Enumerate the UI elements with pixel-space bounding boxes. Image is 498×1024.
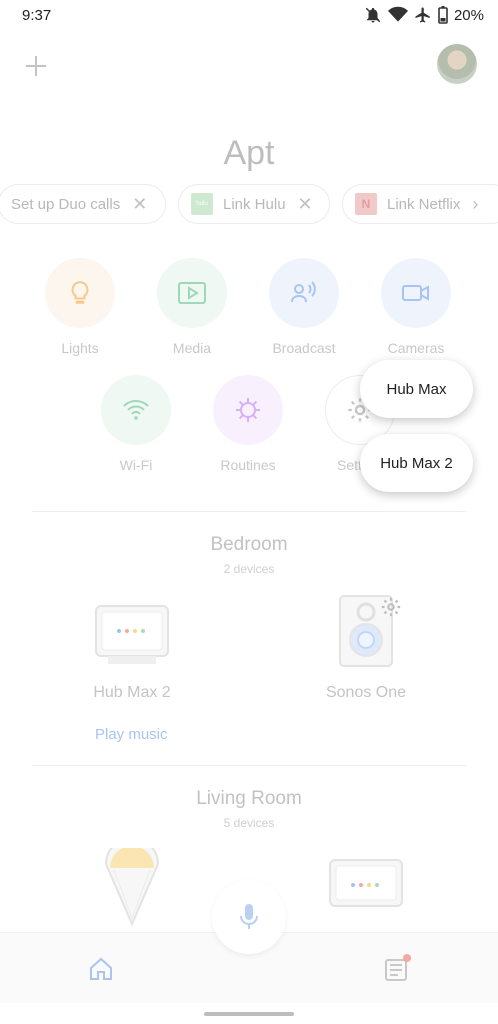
home-tab[interactable] — [88, 957, 114, 986]
room-title[interactable]: Bedroom — [0, 534, 498, 556]
feed-icon — [385, 954, 411, 981]
chip-setup-duo[interactable]: Set up Duo calls ✕ — [0, 184, 166, 224]
microphone-icon — [240, 904, 258, 929]
category-routines[interactable]: Routines — [193, 375, 303, 473]
chip-label: Link Netflix — [387, 195, 461, 213]
home-icon — [90, 957, 112, 980]
media-play-icon — [157, 258, 227, 328]
fab-item-hub-max[interactable]: Hub Max — [360, 360, 473, 418]
add-button[interactable] — [22, 52, 50, 80]
category-media[interactable]: Media — [137, 258, 247, 356]
category-wifi[interactable]: Wi-Fi — [81, 375, 191, 473]
category-label: Cameras — [387, 340, 445, 356]
divider — [32, 765, 466, 766]
netflix-logo: N — [355, 193, 377, 215]
chip-link-netflix[interactable]: N Link Netflix › — [342, 184, 498, 224]
routines-icon — [213, 375, 283, 445]
fab-item-hub-max-2[interactable]: Hub Max 2 — [360, 434, 473, 492]
chevron-right-icon[interactable]: › — [472, 194, 478, 215]
category-broadcast[interactable]: Broadcast — [249, 258, 359, 356]
home-title: Apt — [223, 134, 275, 172]
category-label: Lights — [61, 340, 99, 356]
assistant-mic-button[interactable] — [212, 880, 286, 954]
close-icon[interactable]: ✕ — [298, 194, 313, 215]
suggestion-chips: Set up Duo calls ✕ hulu Link Hulu ✕ N Li… — [0, 184, 498, 226]
gear-icon[interactable] — [380, 596, 402, 618]
category-label: Broadcast — [272, 340, 336, 356]
chip-label: Set up Duo calls — [11, 195, 121, 213]
camera-icon — [381, 258, 451, 328]
plus-icon — [26, 56, 46, 76]
category-label: Wi-Fi — [119, 457, 153, 473]
room-title[interactable]: Living Room — [0, 788, 498, 810]
broadcast-icon — [269, 258, 339, 328]
hulu-logo: hulu — [191, 193, 213, 215]
status-time: 9:37 — [22, 7, 52, 24]
room-device-count: 2 devices — [223, 562, 275, 576]
home-page — [0, 32, 498, 1024]
play-music-link[interactable]: Play music — [95, 726, 168, 743]
battery-icon — [438, 6, 448, 24]
gesture-handle[interactable] — [204, 1012, 294, 1016]
category-cameras[interactable]: Cameras — [361, 258, 471, 356]
feed-tab[interactable] — [382, 953, 412, 988]
device-name: Hub Max 2 — [93, 684, 171, 701]
wifi-icon — [101, 375, 171, 445]
chip-label: Link Hulu — [223, 195, 286, 213]
display-device-icon[interactable] — [328, 858, 404, 916]
divider — [32, 511, 466, 512]
lamp-device-icon[interactable] — [100, 837, 164, 927]
wifi-icon — [387, 6, 408, 24]
room-device-count: 5 devices — [223, 816, 275, 830]
status-bar: 9:37 20% — [0, 0, 498, 32]
lightbulb-icon — [45, 258, 115, 328]
category-lights[interactable]: Lights — [25, 258, 135, 356]
chip-link-hulu[interactable]: hulu Link Hulu ✕ — [178, 184, 330, 224]
battery-percent: 20% — [453, 6, 484, 24]
category-label: Routines — [220, 457, 276, 473]
status-icons: 20% — [364, 6, 484, 24]
hub-max-device-icon[interactable] — [94, 604, 170, 666]
category-label: Media — [172, 340, 212, 356]
device-name: Sonos One — [325, 684, 407, 701]
close-icon[interactable]: ✕ — [132, 194, 147, 215]
notifications-off-icon — [364, 6, 382, 24]
account-avatar[interactable] — [437, 44, 477, 84]
airplane-mode-icon — [414, 6, 432, 24]
